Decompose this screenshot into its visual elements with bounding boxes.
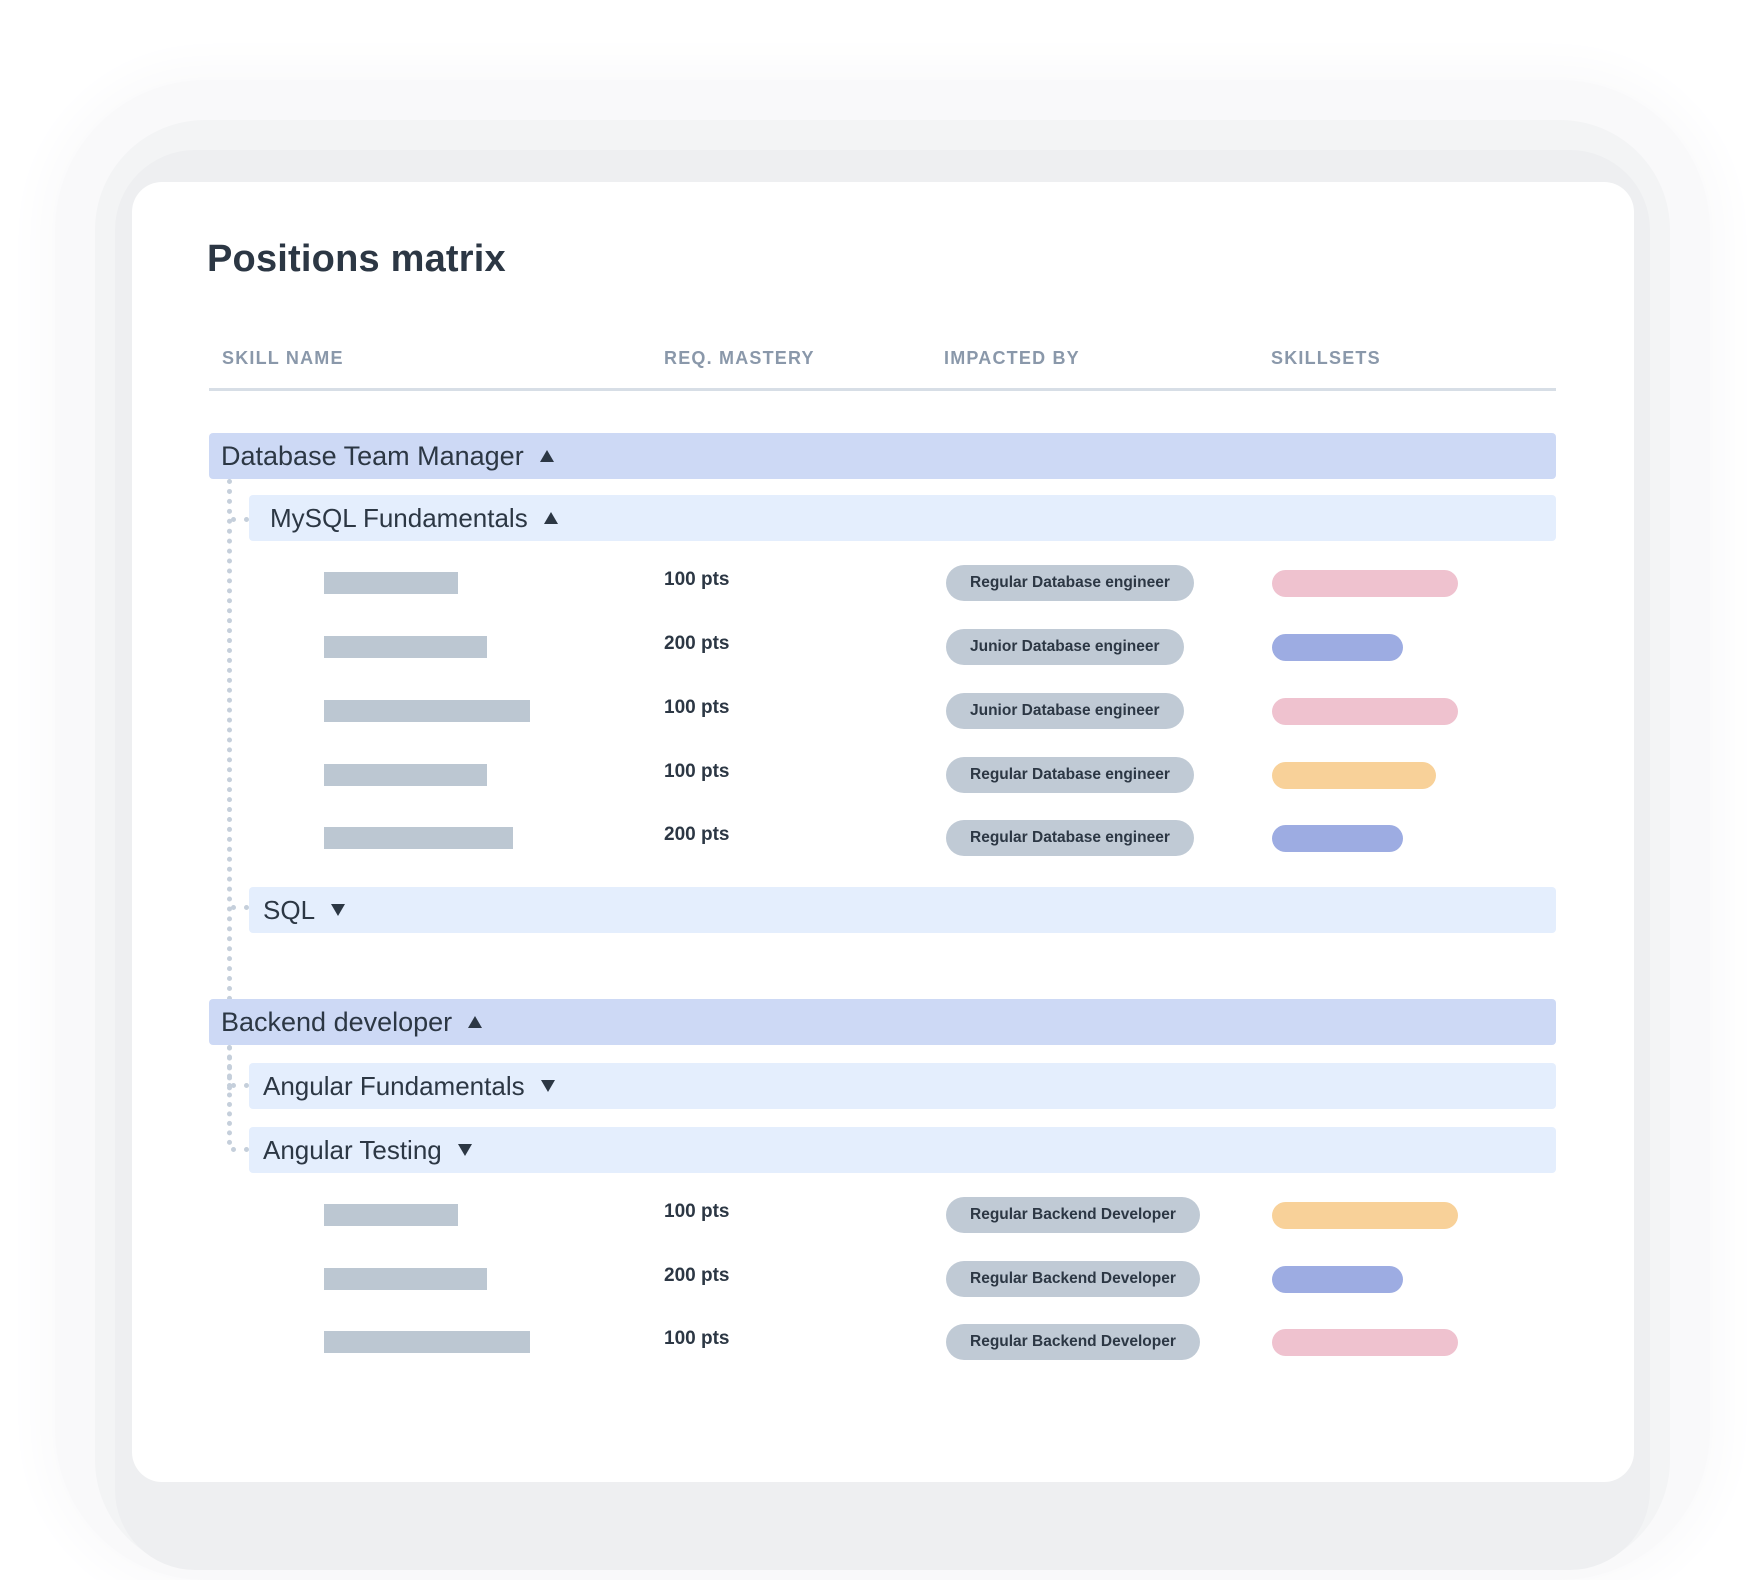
impacted-by-pill[interactable]: Regular Database engineer [946, 757, 1194, 793]
column-header-req-mastery[interactable]: REQ. MASTERY [664, 348, 815, 369]
table-row: 200 pts Regular Backend Developer [132, 1261, 1634, 1301]
skill-name-placeholder [324, 1268, 487, 1290]
skill-name-placeholder [324, 700, 530, 722]
req-mastery-value: 100 pts [664, 761, 730, 782]
req-mastery-value: 100 pts [664, 697, 730, 718]
req-mastery-value: 100 pts [664, 1328, 730, 1349]
skillset-bar [1272, 1329, 1458, 1356]
group-label: Database Team Manager [221, 440, 524, 471]
impacted-by-pill[interactable]: Regular Backend Developer [946, 1197, 1200, 1233]
skillset-bar [1272, 698, 1458, 725]
subgroup-label: Angular Testing [263, 1134, 442, 1165]
table-row: 100 pts Regular Backend Developer [132, 1197, 1634, 1237]
tree-connector [231, 1083, 249, 1088]
skillset-bar [1272, 762, 1436, 789]
caret-down-icon[interactable] [540, 1080, 555, 1092]
impacted-by-pill[interactable]: Junior Database engineer [946, 629, 1184, 665]
skillset-bar [1272, 1266, 1403, 1293]
skill-name-placeholder [324, 636, 487, 658]
req-mastery-value: 100 pts [664, 1201, 730, 1222]
group-label: Backend developer [221, 1006, 453, 1037]
subgroup-label: MySQL Fundamentals [270, 502, 528, 533]
table-row: 200 pts Regular Database engineer [132, 820, 1634, 860]
subgroup-row-mysql-fundamentals[interactable]: MySQL Fundamentals [249, 495, 1556, 541]
table-row: 100 pts Regular Database engineer [132, 565, 1634, 605]
impacted-by-pill[interactable]: Regular Database engineer [946, 565, 1194, 601]
caret-down-icon[interactable] [331, 904, 346, 916]
group-row-backend-developer[interactable]: Backend developer [209, 999, 1556, 1045]
skill-name-placeholder [324, 827, 513, 849]
header-divider [209, 388, 1556, 391]
skill-name-placeholder [324, 1204, 458, 1226]
column-header-impacted-by[interactable]: IMPACTED BY [944, 348, 1080, 369]
subgroup-row-angular-fundamentals[interactable]: Angular Fundamentals [249, 1063, 1556, 1109]
impacted-by-pill[interactable]: Regular Database engineer [946, 820, 1194, 856]
table-row: 100 pts Regular Backend Developer [132, 1324, 1634, 1364]
caret-up-icon[interactable] [543, 512, 558, 524]
tree-connector [231, 905, 249, 910]
caret-up-icon[interactable] [468, 1016, 483, 1028]
impacted-by-pill[interactable]: Junior Database engineer [946, 693, 1184, 729]
impacted-by-pill[interactable]: Regular Backend Developer [946, 1261, 1200, 1297]
tree-connector [231, 517, 249, 522]
column-header-skill-name[interactable]: SKILL NAME [222, 348, 344, 369]
tree-connector [231, 1147, 249, 1152]
caret-down-icon[interactable] [457, 1144, 472, 1156]
group-row-database-team-manager[interactable]: Database Team Manager [209, 433, 1556, 479]
skillset-bar [1272, 1202, 1458, 1229]
skillset-bar [1272, 570, 1458, 597]
skill-name-placeholder [324, 572, 458, 594]
skillset-bar [1272, 634, 1403, 661]
column-header-skillsets[interactable]: SKILLSETS [1271, 348, 1381, 369]
table-row: 100 pts Regular Database engineer [132, 757, 1634, 797]
table-row: 200 pts Junior Database engineer [132, 629, 1634, 669]
impacted-by-pill[interactable]: Regular Backend Developer [946, 1324, 1200, 1360]
subgroup-label: Angular Fundamentals [263, 1070, 525, 1101]
skillset-bar [1272, 825, 1403, 852]
req-mastery-value: 200 pts [664, 633, 730, 654]
caret-up-icon[interactable] [539, 450, 554, 462]
skill-name-placeholder [324, 1331, 530, 1353]
tree-connector [227, 1045, 232, 1145]
table-row: 100 pts Junior Database engineer [132, 693, 1634, 733]
subgroup-label: SQL [263, 894, 316, 925]
page-title: Positions matrix [207, 238, 506, 280]
subgroup-row-sql[interactable]: SQL [249, 887, 1556, 933]
positions-matrix-card: Positions matrix SKILL NAME REQ. MASTERY… [132, 182, 1634, 1482]
req-mastery-value: 100 pts [664, 569, 730, 590]
subgroup-row-angular-testing[interactable]: Angular Testing [249, 1127, 1556, 1173]
skill-name-placeholder [324, 764, 487, 786]
req-mastery-value: 200 pts [664, 1265, 730, 1286]
req-mastery-value: 200 pts [664, 824, 730, 845]
